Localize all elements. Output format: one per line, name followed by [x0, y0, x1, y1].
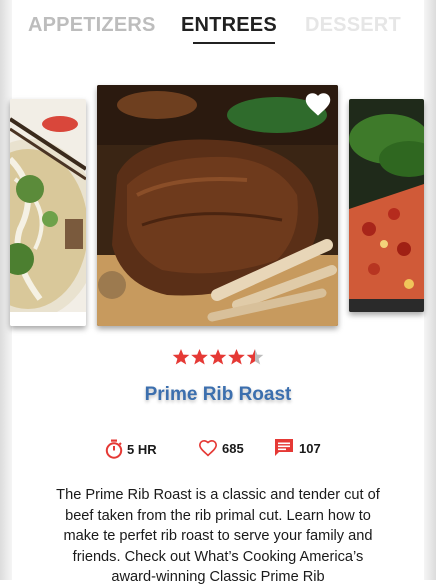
comments[interactable]: 107	[273, 437, 321, 459]
cook-time: 5 HR	[105, 439, 157, 459]
tab-entrees[interactable]: ENTREES	[181, 14, 277, 37]
carousel-card-previous[interactable]	[10, 99, 86, 326]
favorite-heart-icon[interactable]	[304, 91, 332, 117]
likes-count: 685	[222, 440, 244, 456]
recipe-title: Prime Rib Roast	[144, 384, 292, 405]
tab-dessert[interactable]: DESSERT	[305, 14, 401, 37]
recipe-stats: 5 HR 685 107	[0, 437, 436, 463]
carousel-card-next[interactable]	[349, 99, 424, 312]
recipe-description: The Prime Rib Roast is a classic and ten…	[56, 487, 380, 585]
carousel-card-current[interactable]	[97, 85, 338, 326]
recipe-carousel[interactable]	[0, 85, 436, 330]
cook-time-value: 5 HR	[127, 441, 157, 457]
pizza-image	[349, 99, 424, 312]
prime-rib-roast-image	[97, 85, 338, 326]
rating-stars-icon	[172, 349, 264, 365]
heart-outline-icon	[198, 439, 218, 457]
comment-icon	[275, 439, 293, 456]
stopwatch-icon	[105, 439, 123, 459]
tab-appetizers[interactable]: APPETIZERS	[28, 14, 156, 37]
star-rating	[0, 348, 436, 371]
active-tab-underline	[193, 42, 275, 44]
noodle-soup-image	[10, 99, 86, 326]
category-tabs: APPETIZERS ENTREES DESSERT	[12, 0, 424, 52]
comments-count: 107	[299, 440, 321, 456]
likes[interactable]: 685	[198, 439, 244, 457]
